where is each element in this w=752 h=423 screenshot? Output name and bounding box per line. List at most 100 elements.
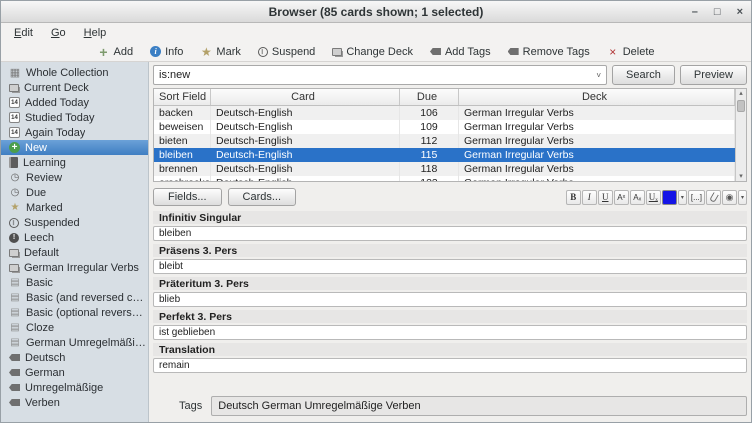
table-row[interactable]: erschrecken Deutsch-English 123 German I… <box>154 176 735 182</box>
deck-icon <box>332 48 342 56</box>
column-header-label: Sort Field <box>159 91 206 103</box>
toolbar-button[interactable]: × Delete <box>607 46 655 58</box>
field-input[interactable] <box>153 226 747 241</box>
sidebar-item[interactable]: Verben <box>1 395 148 410</box>
sidebar-item[interactable]: Current Deck <box>1 80 148 95</box>
sidebar-item[interactable]: 14 Again Today <box>1 125 148 140</box>
toolbar-button[interactable]: ★ Mark <box>200 46 240 58</box>
cloze-icon[interactable]: [...] <box>688 190 705 205</box>
menu-item[interactable]: Help <box>77 25 114 41</box>
menu-item[interactable]: Edit <box>7 25 40 41</box>
sidebar-item[interactable]: ▦ Whole Collection <box>1 65 148 80</box>
sidebar-item[interactable]: Default <box>1 245 148 260</box>
sidebar-item-label: Umregelmäßige <box>25 382 103 394</box>
sidebar: ▦ Whole Collection Current Deck 14 Added… <box>1 62 149 422</box>
sidebar-item[interactable]: 14 Studied Today <box>1 110 148 125</box>
tags-input[interactable] <box>211 396 747 416</box>
title-bar[interactable]: Browser (85 cards shown; 1 selected) – □… <box>1 1 751 23</box>
sidebar-item[interactable]: 14 Added Today <box>1 95 148 110</box>
column-header[interactable]: Deck <box>459 89 735 105</box>
more-dropdown-icon[interactable]: ▾ <box>738 190 747 205</box>
cards-button[interactable]: Cards... <box>228 188 297 206</box>
sidebar-item[interactable]: ◷ Review <box>1 170 148 185</box>
sidebar-item[interactable]: ▤ German Umregelmäßige Ver... <box>1 335 148 350</box>
sidebar-item[interactable]: ▤ Basic (and reversed card) <box>1 290 148 305</box>
cell-card: Deutsch-English <box>211 134 400 148</box>
field-input[interactable] <box>153 358 747 373</box>
sidebar-item-label: Leech <box>24 232 54 244</box>
star-icon: ★ <box>9 202 21 214</box>
sidebar-item[interactable]: Deutsch <box>1 350 148 365</box>
bold-icon[interactable]: B <box>566 190 581 205</box>
minimize-button[interactable]: – <box>692 7 698 18</box>
color-dropdown-icon[interactable]: ▾ <box>678 190 687 205</box>
underline-icon[interactable]: U <box>598 190 613 205</box>
sidebar-item-label: Review <box>26 172 62 184</box>
sidebar-item-label: New <box>25 142 47 154</box>
toolbar-button[interactable]: ∥ Suspend <box>258 46 315 58</box>
sidebar-item-label: German Irregular Verbs <box>24 262 139 274</box>
field-input[interactable] <box>153 292 747 307</box>
field-input[interactable] <box>153 259 747 274</box>
search-input[interactable]: is:new ˅ <box>153 65 607 85</box>
toolbar-button[interactable]: + Add <box>97 46 133 58</box>
toolbar-button[interactable]: Change Deck <box>332 46 413 58</box>
menu-item[interactable]: Go <box>44 25 73 41</box>
table-row[interactable]: bleiben Deutsch-English 115 German Irreg… <box>154 148 735 162</box>
italic-icon[interactable]: I <box>582 190 597 205</box>
search-query: is:new <box>159 69 596 81</box>
column-header[interactable]: Sort Field ˅ <box>154 89 211 105</box>
superscript-icon[interactable]: Aˣ <box>614 190 629 205</box>
table-scrollbar[interactable]: ▴ ▾ <box>735 89 746 181</box>
column-header-label: Deck <box>582 91 607 103</box>
cell-deck: German Irregular Verbs <box>459 148 735 162</box>
preview-button[interactable]: Preview <box>680 65 747 85</box>
cell-sort-field: bleiben <box>154 148 211 162</box>
collection-icon: ▦ <box>9 67 21 79</box>
close-button[interactable]: × <box>737 7 743 18</box>
toolbar-button[interactable]: i Info <box>150 46 183 58</box>
sidebar-item[interactable]: Learning <box>1 155 148 170</box>
sidebar-item[interactable]: ∥ Suspended <box>1 215 148 230</box>
table-row[interactable]: brennen Deutsch-English 118 German Irreg… <box>154 162 735 176</box>
delete-icon: × <box>607 46 619 58</box>
cell-due: 118 <box>400 162 459 176</box>
cell-due: 123 <box>400 176 459 182</box>
toolbar-button[interactable]: Add Tags <box>430 46 491 58</box>
field-input[interactable] <box>153 325 747 340</box>
fields-button[interactable]: Fields... <box>153 188 222 206</box>
table-row[interactable]: bieten Deutsch-English 112 German Irregu… <box>154 134 735 148</box>
sidebar-item-label: Cloze <box>26 322 54 334</box>
table-row[interactable]: backen Deutsch-English 106 German Irregu… <box>154 106 735 120</box>
sidebar-item[interactable]: German Irregular Verbs <box>1 260 148 275</box>
search-button[interactable]: Search <box>612 65 675 85</box>
sidebar-item[interactable]: ◷ Due <box>1 185 148 200</box>
cell-sort-field: beweisen <box>154 120 211 134</box>
subscript-icon[interactable]: Aₓ <box>630 190 645 205</box>
maximize-button[interactable]: □ <box>714 7 721 18</box>
search-dropdown-icon[interactable]: ˅ <box>596 71 601 80</box>
leech-icon: ! <box>9 233 19 243</box>
sidebar-item[interactable]: ▤ Basic (optional reversed card) <box>1 305 148 320</box>
scrollbar-thumb[interactable] <box>737 100 745 112</box>
sidebar-item[interactable]: ▤ Basic <box>1 275 148 290</box>
sidebar-item[interactable]: ▤ Cloze <box>1 320 148 335</box>
column-header[interactable]: Card <box>211 89 400 105</box>
sidebar-item-label: Studied Today <box>25 112 95 124</box>
sidebar-item[interactable]: + New <box>1 140 148 155</box>
sidebar-item[interactable]: ! Leech <box>1 230 148 245</box>
scroll-down-icon[interactable]: ▾ <box>739 173 743 180</box>
toolbar-button-label: Info <box>165 46 183 58</box>
sidebar-item[interactable]: German <box>1 365 148 380</box>
paperclip-icon[interactable] <box>706 190 721 205</box>
sidebar-item[interactable]: Umregelmäßige <box>1 380 148 395</box>
table-row[interactable]: beweisen Deutsch-English 109 German Irre… <box>154 120 735 134</box>
sidebar-item[interactable]: ★ Marked <box>1 200 148 215</box>
remove-format-icon[interactable]: Uₓ <box>646 190 661 205</box>
toolbar-button[interactable]: Remove Tags <box>508 46 590 58</box>
search-row: is:new ˅ Search Preview <box>153 65 747 85</box>
scroll-up-icon[interactable]: ▴ <box>739 90 743 97</box>
text-color-swatch[interactable] <box>662 190 677 205</box>
record-audio-icon[interactable]: ◉ <box>722 190 737 205</box>
column-header[interactable]: Due <box>400 89 459 105</box>
